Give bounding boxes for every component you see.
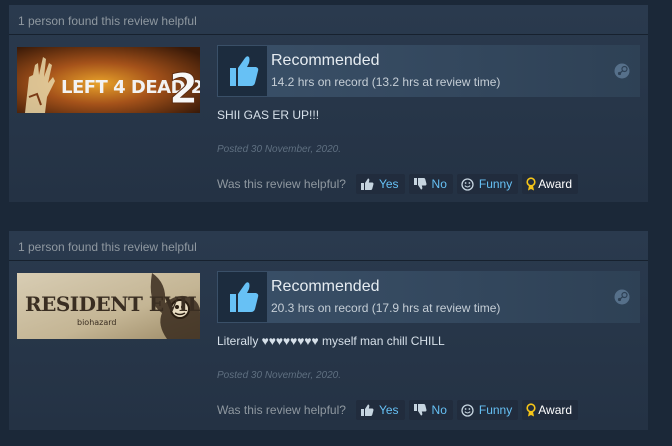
award-button[interactable]: Award xyxy=(522,174,579,194)
left4dead2-logo-image: LEFT 4 DEAD 2 2 xyxy=(17,47,200,113)
hours-on-record: 20.3 hrs on record (17.9 hrs at review t… xyxy=(271,301,501,315)
vote-funny-button[interactable]: Funny xyxy=(456,174,519,194)
game-banner-resident-evil-7[interactable]: RESIDENT EVIL biohazard xyxy=(17,273,200,339)
vote-no-label: No xyxy=(431,177,447,191)
review-body: Literally ♥♥♥♥♥♥♥♥ myself man chill CHIL… xyxy=(217,334,445,348)
banner-subtitle: biohazard xyxy=(77,318,117,327)
steam-logo-icon xyxy=(614,63,630,79)
divider xyxy=(9,34,648,35)
vote-funny-label: Funny xyxy=(478,403,513,417)
recommendation-box: Recommended 20.3 hrs on record (17.9 hrs… xyxy=(217,271,640,323)
hours-on-record: 14.2 hrs on record (13.2 hrs at review t… xyxy=(271,75,501,89)
found-helpful-text: 1 person found this review helpful xyxy=(18,240,197,254)
smiley-icon xyxy=(461,177,474,191)
helpful-row: Was this review helpful? Yes No Funny Aw… xyxy=(217,174,582,194)
award-medal-icon xyxy=(526,403,536,417)
helpful-row: Was this review helpful? Yes No Funny Aw… xyxy=(217,400,582,420)
vote-funny-button[interactable]: Funny xyxy=(456,400,519,420)
banner-title: RESIDENT EVIL xyxy=(25,292,200,316)
resident-evil-logo-image: RESIDENT EVIL biohazard xyxy=(17,273,200,339)
review-card: 1 person found this review helpful RESID… xyxy=(9,231,648,430)
thumbs-up-icon xyxy=(218,46,267,96)
vote-yes-label: Yes xyxy=(378,177,399,191)
vote-yes-button[interactable]: Yes xyxy=(355,174,405,194)
award-button[interactable]: Award xyxy=(522,400,579,420)
review-card: 1 person found this review helpful LEFT … xyxy=(9,5,648,202)
vote-no-button[interactable]: No xyxy=(408,400,453,420)
posted-date: Posted 30 November, 2020. xyxy=(217,144,341,155)
steam-logo-icon xyxy=(614,289,630,305)
posted-date: Posted 30 November, 2020. xyxy=(217,370,341,381)
game-banner-left4dead2[interactable]: LEFT 4 DEAD 2 2 xyxy=(17,47,200,113)
vote-no-button[interactable]: No xyxy=(408,174,453,194)
award-medal-icon xyxy=(526,177,536,191)
vote-yes-button[interactable]: Yes xyxy=(355,400,405,420)
thumbs-up-icon xyxy=(360,178,374,190)
thumbs-down-icon xyxy=(413,404,427,416)
vote-yes-label: Yes xyxy=(378,403,399,417)
smiley-icon xyxy=(461,403,474,417)
award-label: Award xyxy=(538,403,573,417)
svg-text:2: 2 xyxy=(169,64,198,113)
recommendation-box: Recommended 14.2 hrs on record (13.2 hrs… xyxy=(217,45,640,97)
helpful-question: Was this review helpful? xyxy=(217,403,346,417)
thumbs-down-icon xyxy=(413,178,427,190)
thumbs-up-icon xyxy=(360,404,374,416)
vote-funny-label: Funny xyxy=(478,177,513,191)
review-body: SHII GAS ER UP!!! xyxy=(217,108,320,122)
found-helpful-text: 1 person found this review helpful xyxy=(18,14,197,28)
thumbs-up-icon xyxy=(218,272,267,322)
recommendation-label: Recommended xyxy=(271,278,380,295)
recommendation-label: Recommended xyxy=(271,52,380,69)
helpful-question: Was this review helpful? xyxy=(217,177,346,191)
divider xyxy=(9,260,648,261)
award-label: Award xyxy=(538,177,573,191)
vote-no-label: No xyxy=(431,403,447,417)
